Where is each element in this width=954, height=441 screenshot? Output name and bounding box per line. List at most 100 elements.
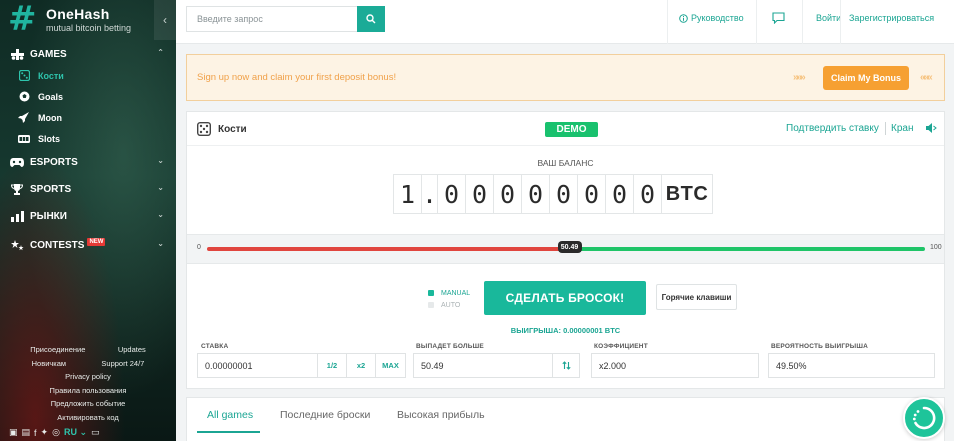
bet-double-button[interactable]: x2 (346, 354, 375, 377)
radio-unselected-icon (428, 302, 434, 308)
sidebar-section-games[interactable]: GAMES ⌃ (0, 43, 176, 65)
sidebar-section-esports[interactable]: ESPORTS ⌄ (0, 151, 176, 173)
balance-digit: 0 (577, 174, 605, 214)
mode-manual[interactable]: MANUAL (428, 287, 470, 299)
register-link[interactable]: Зарегистрироваться (849, 13, 934, 23)
support-chat-button[interactable] (903, 397, 945, 439)
collapse-sidebar-button[interactable]: ‹ (154, 0, 176, 40)
chance-field: 49.50% (768, 353, 935, 378)
login-link[interactable]: Войти (816, 13, 841, 23)
bet-max-button[interactable]: MAX (375, 354, 405, 377)
tab-recent-rolls[interactable]: Последние броски (280, 409, 370, 421)
chat-bubble-icon (912, 406, 936, 430)
chance-input[interactable]: 49.50% (769, 361, 934, 371)
sidebar-section-label: ESPORTS (30, 156, 78, 168)
mode-auto[interactable]: AUTO (428, 299, 470, 311)
bet-label: СТАВКА (201, 343, 229, 350)
mode-toggle[interactable]: MANUAL AUTO (428, 287, 470, 311)
currency-icon[interactable]: ▭ (91, 427, 100, 438)
sidebar-section-label: SPORTS (30, 183, 72, 195)
dice-icon (197, 122, 211, 136)
sidebar-item-label: Goals (38, 91, 64, 102)
card-header: Кости DEMO Подтвердить ставку Кран (187, 112, 944, 146)
multiplier-input[interactable]: x2.000 (592, 361, 758, 371)
login-label: Войти (816, 13, 842, 23)
slider-thumb[interactable]: 50.49 (557, 241, 582, 253)
hotkeys-button[interactable]: Горячие клавиши (656, 284, 737, 310)
roll-over-label: ВЫПАДЕТ БОЛЬШЕ (416, 343, 484, 350)
footer-link-activate-code[interactable]: Активировать код (57, 413, 119, 422)
sidebar-item-moon[interactable]: Moon (0, 107, 176, 128)
language-selector[interactable]: RU ⌄ (64, 427, 87, 438)
gamepad-icon (10, 47, 24, 61)
instagram-icon[interactable]: ◎ (52, 427, 60, 438)
balance-label: ВАШ БАЛАНС (537, 158, 594, 168)
sidebar-item-dice[interactable]: Кости (0, 65, 176, 86)
claim-bonus-button[interactable]: Claim My Bonus (823, 66, 909, 90)
footer-link-updates[interactable]: Updates (118, 345, 146, 354)
logo[interactable]: # OneHash mutual bitcoin betting (8, 2, 131, 36)
verify-bet-link[interactable]: Подтвердить ставку (786, 123, 879, 134)
chance-label: ВЕРОЯТНОСТЬ ВЫИГРЫША (771, 343, 868, 350)
balance-digit: 0 (549, 174, 577, 214)
twitter-icon[interactable]: ✦ (41, 427, 49, 438)
balance-digit: 0 (465, 174, 493, 214)
sidebar-section-contests[interactable]: CONTESTS NEW ⌄ (0, 234, 176, 256)
tab-all-games[interactable]: All games (207, 409, 253, 421)
divider (840, 0, 841, 44)
guide-link[interactable]: Руководство (679, 13, 744, 23)
register-label: Зарегистрироваться (849, 13, 935, 23)
balance-digit: 0 (521, 174, 549, 214)
faucet-link[interactable]: Кран (891, 123, 913, 134)
bet-half-button[interactable]: 1/2 (317, 354, 346, 377)
medium-icon[interactable]: ▣ (9, 427, 18, 438)
dice-icon (18, 70, 30, 82)
footer-link-support[interactable]: Support 24/7 (101, 359, 144, 368)
language-label: RU (63, 427, 77, 437)
blog-icon[interactable]: ▤ (22, 427, 31, 438)
info-icon (679, 13, 688, 23)
sidebar-section-label: РЫНКИ (30, 210, 67, 222)
roll-over-input[interactable]: 50.49 (414, 361, 552, 371)
chat-link[interactable] (772, 12, 785, 24)
brand-title: OneHash (46, 5, 110, 22)
search-icon (366, 14, 376, 24)
facebook-icon[interactable]: f (34, 428, 37, 438)
demo-badge: DEMO (545, 122, 598, 137)
swap-direction-button[interactable] (552, 354, 579, 377)
game-title-label: Кости (218, 123, 247, 135)
sidebar-section-sports[interactable]: SPORTS ⌄ (0, 178, 176, 200)
search-button[interactable] (357, 6, 385, 32)
ball-icon (18, 91, 30, 103)
divider (802, 0, 803, 44)
footer-link-suggest-event[interactable]: Предложить событие (51, 399, 126, 408)
balance-digit: 0 (437, 174, 465, 214)
slider-max-label: 100 (930, 244, 942, 251)
sidebar-item-goals[interactable]: Goals (0, 86, 176, 107)
divider (667, 0, 668, 44)
balance-digit: 1 (393, 174, 421, 214)
slider-min-label: 0 (197, 244, 201, 251)
footer-link-rules[interactable]: Правила пользования (50, 386, 127, 395)
chevron-down-icon: ⌄ (157, 239, 164, 248)
controller-icon (10, 155, 24, 169)
footer-link-beginners[interactable]: Новичкам (32, 359, 66, 368)
sidebar-section-label: GAMES (30, 48, 67, 60)
balance-display: 1 . 0 0 0 0 0 0 0 0 BTC (393, 174, 713, 214)
multiplier-label: КОЭФФИЦИЕНТ (594, 343, 648, 350)
sidebar-section-label: CONTESTS (30, 239, 85, 251)
footer-link-privacy[interactable]: Privacy policy (65, 372, 111, 381)
volume-icon[interactable] (925, 122, 937, 134)
multiplier-field: x2.000 (591, 353, 759, 378)
bet-input[interactable]: 0.00000001 (198, 361, 317, 371)
tab-high-profit[interactable]: Высокая прибыль (397, 409, 485, 421)
slots-icon (18, 133, 30, 145)
roll-dice-button[interactable]: СДЕЛАТЬ БРОСОК! (484, 281, 646, 315)
sidebar-section-markets[interactable]: РЫНКИ ⌄ (0, 205, 176, 227)
balance-digit: 0 (633, 174, 661, 214)
footer-link-join[interactable]: Присоединение (30, 345, 85, 354)
sidebar-item-slots[interactable]: Slots (0, 128, 176, 149)
search-input[interactable] (186, 6, 357, 32)
slider-win-range (569, 247, 925, 251)
sidebar-item-label: Moon (38, 112, 62, 123)
